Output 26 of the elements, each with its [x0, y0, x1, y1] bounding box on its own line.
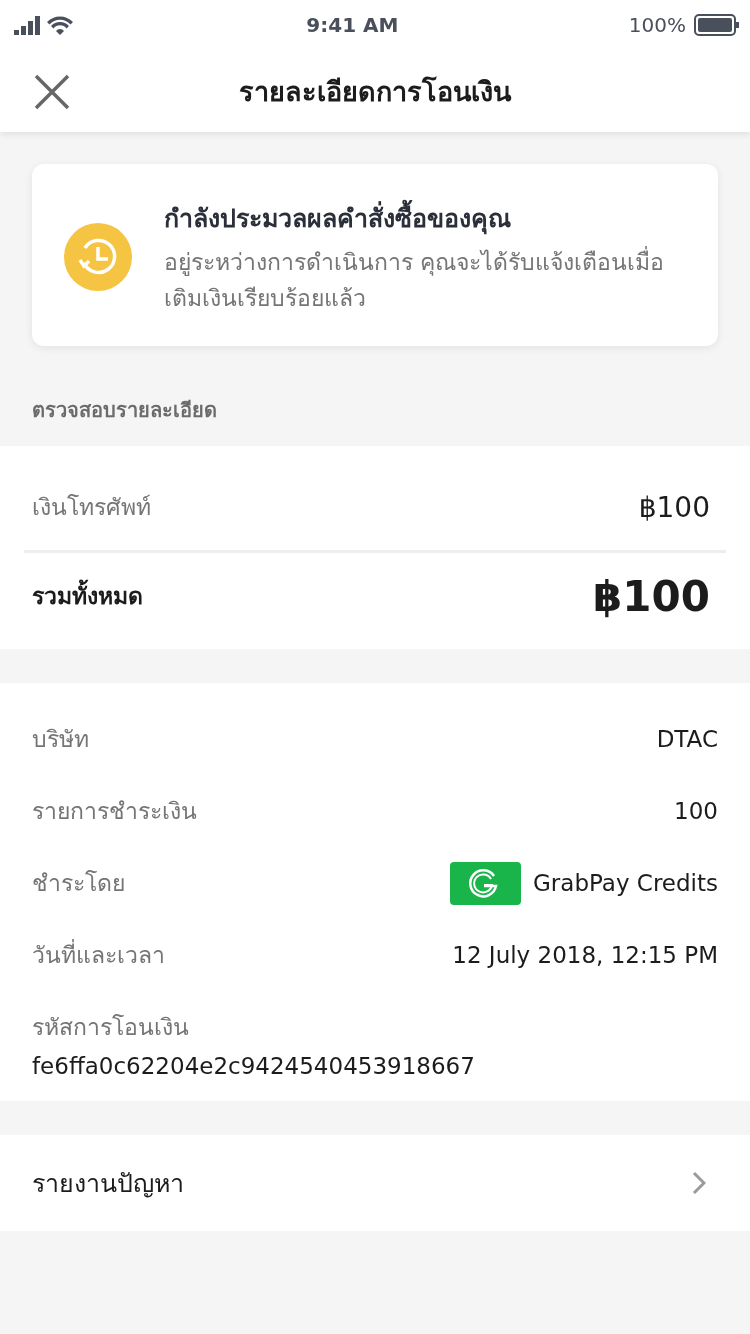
- detail-value: 12 July 2018, 12:15 PM: [452, 942, 718, 968]
- wallet-logo-icon: [450, 861, 521, 905]
- chevron-right-icon: [692, 1171, 706, 1195]
- item-label: เงินโทรศัพท์: [32, 493, 151, 522]
- detail-value: DTAC: [656, 726, 718, 752]
- detail-label: ชำระโดย: [32, 869, 125, 898]
- page-title: รายละเอียดการโอนเงิน: [239, 74, 511, 109]
- battery-icon: [694, 14, 740, 36]
- item-amount: ฿100: [638, 490, 710, 524]
- battery-percent: 100%: [628, 13, 686, 37]
- detail-label: วันที่และเวลา: [32, 937, 165, 973]
- signal-wifi-icon: [14, 14, 76, 36]
- status-time: 9:41 AM: [306, 13, 399, 37]
- detail-label: รหัสการโอนเงิน: [32, 1013, 190, 1042]
- notice-message: อยู่ระหว่างการดำเนินการ คุณจะได้รับแจ้งเตือนเมื่อเติมเงินเรียบร้อยแล้ว: [164, 244, 688, 316]
- detail-value: fe6ffa0c62204e2c9424540453918667: [32, 1053, 476, 1079]
- detail-label: บริษัท: [32, 725, 89, 754]
- total-label: รวมทั้งหมด: [32, 578, 143, 614]
- section-heading: ตรวจสอบรายละเอียด: [31, 397, 218, 424]
- detail-value: 100: [674, 798, 718, 824]
- report-problem-row[interactable]: รายงานปัญหา: [0, 1135, 750, 1231]
- detail-value: GrabPay Credits: [533, 870, 718, 896]
- detail-label: รายการชำระเงิน: [32, 797, 197, 826]
- notice-title: กำลังประมวลผลคำสั่งซื้อของคุณ: [164, 198, 688, 238]
- clock-history-icon: [64, 223, 132, 291]
- total-amount: ฿100: [593, 571, 710, 621]
